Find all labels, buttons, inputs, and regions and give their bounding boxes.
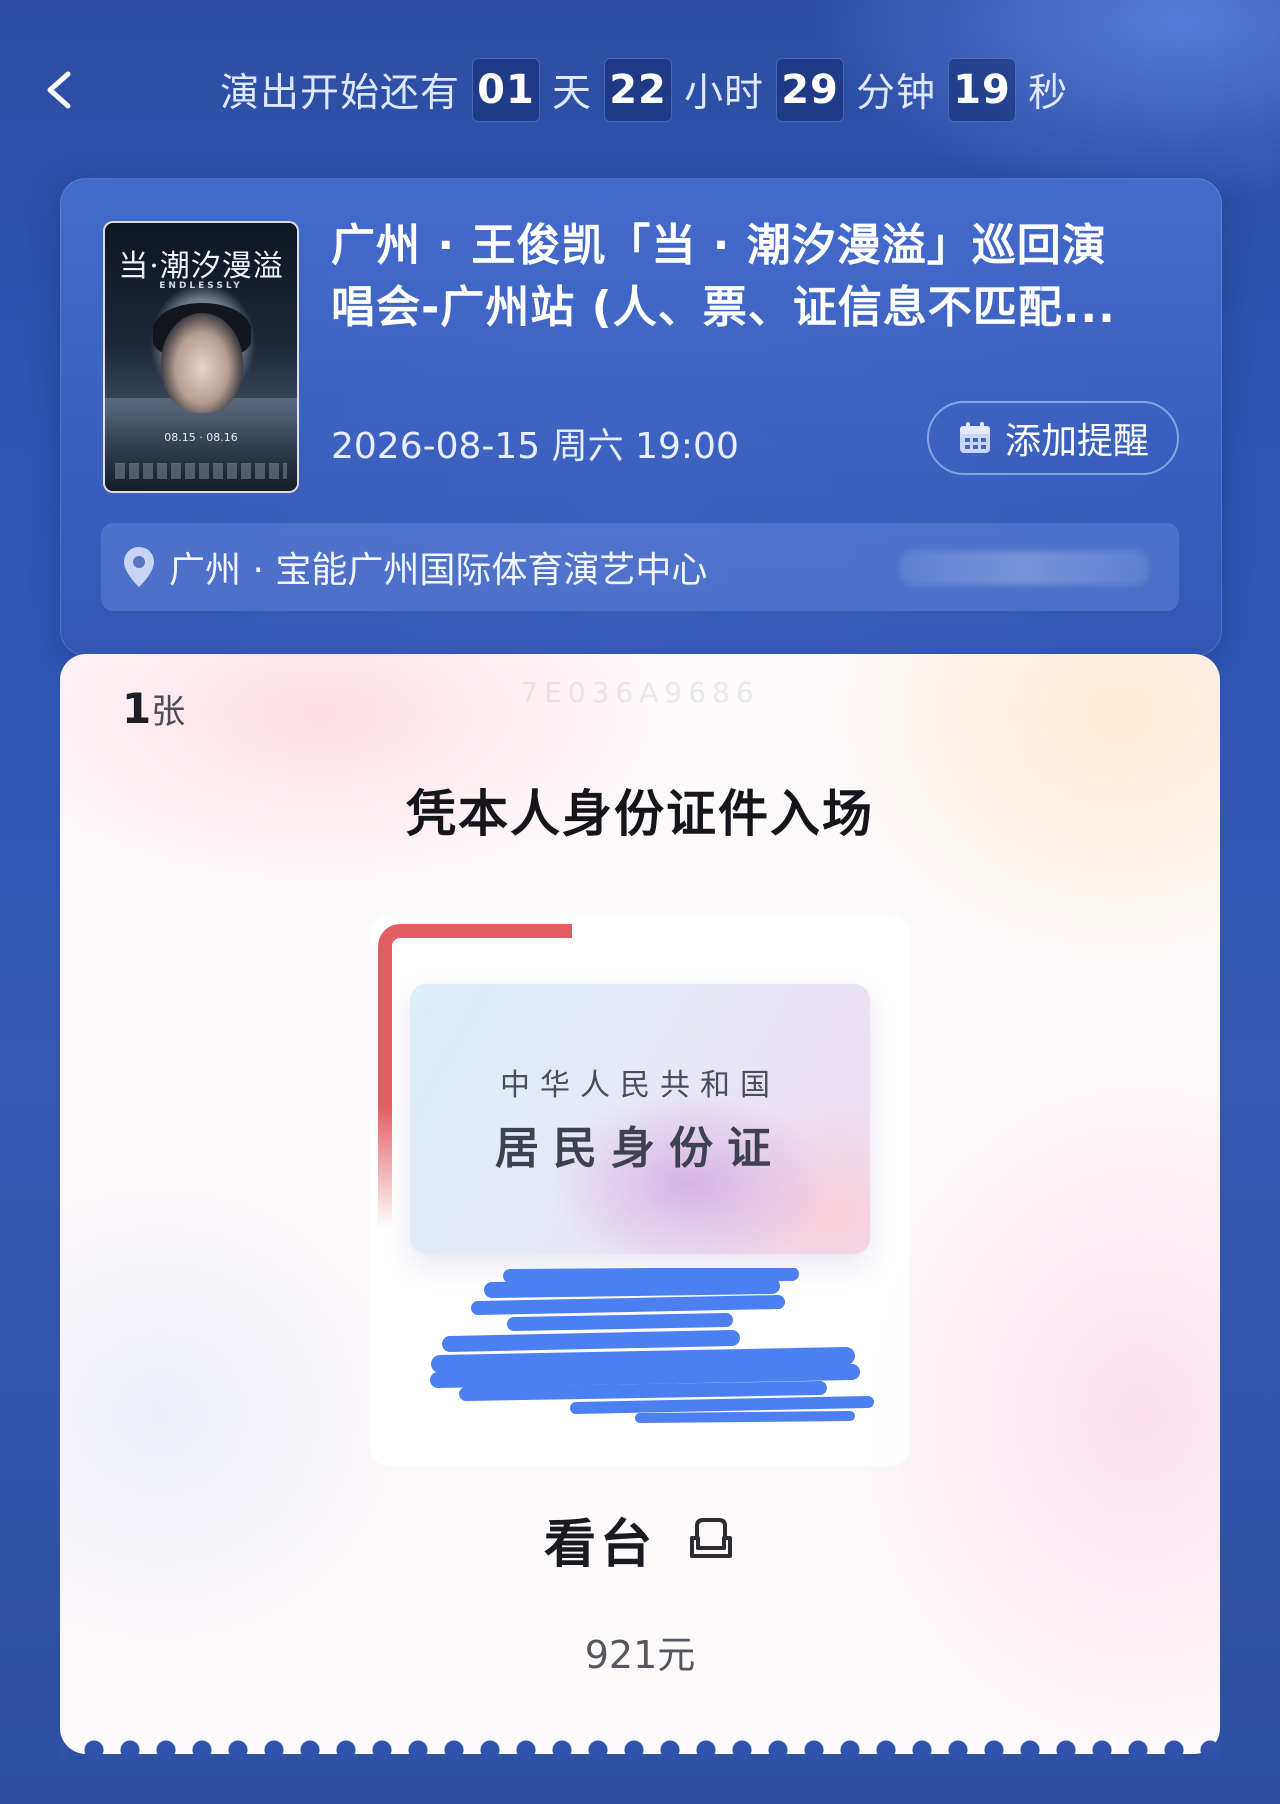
ticket-perforation	[60, 1740, 1220, 1770]
countdown-hours-unit: 小时	[684, 71, 765, 116]
back-button[interactable]	[36, 62, 86, 118]
countdown-days-unit: 天	[552, 71, 593, 116]
event-title-line-2: 唱会-广州站 (人、票、证信息不匹配...	[331, 282, 1116, 333]
ticket-count-number: 1	[122, 684, 152, 733]
redaction-scribble	[430, 1268, 874, 1423]
countdown-seconds: 19	[948, 58, 1017, 122]
countdown: 演出开始还有 01 天 22 小时 29 分钟 19 秒	[220, 58, 1080, 122]
ticket-card: 7E036A9686 1张 凭本人身份证件入场 中华人民共和国 居民身份证 看台	[60, 654, 1220, 1754]
countdown-days: 01	[472, 58, 541, 122]
seat-row: 看台	[60, 1504, 1220, 1575]
event-datetime: 2026-08-15 周六 19:00	[331, 426, 739, 467]
ticket-count-unit: 张	[151, 692, 186, 732]
poster-sponsor-strip	[115, 463, 287, 479]
ticket-code-watermark: 7E036A9686	[520, 676, 760, 709]
event-card[interactable]: 当·潮汐漫溢 ENDLESSLY 08.15 · 08.16 广州 · 王俊凯「…	[60, 178, 1222, 656]
seat-icon	[690, 1518, 732, 1558]
event-poster[interactable]: 当·潮汐漫溢 ENDLESSLY 08.15 · 08.16	[103, 221, 299, 493]
chevron-left-icon	[47, 71, 71, 109]
id-card-country: 中华人民共和国	[500, 1068, 780, 1103]
ticket-price: 921元	[584, 1633, 696, 1677]
countdown-hours: 22	[604, 58, 673, 122]
countdown-label: 演出开始还有	[220, 71, 461, 116]
poster-title: 当·潮汐漫溢	[118, 249, 284, 284]
id-card-graphic: 中华人民共和国 居民身份证	[410, 984, 870, 1254]
calendar-icon	[959, 422, 990, 453]
blurred-distance	[899, 551, 1149, 585]
poster-date: 08.15 · 08.16	[164, 431, 238, 444]
header: 演出开始还有 01 天 22 小时 29 分钟 19 秒	[0, 44, 1280, 136]
event-title-line-1: 广州 · 王俊凯「当 · 潮汐漫溢」巡回演	[331, 220, 1107, 271]
seat-area: 看台	[543, 1514, 656, 1575]
countdown-minutes: 29	[776, 58, 845, 122]
countdown-seconds-unit: 秒	[1028, 71, 1069, 116]
venue-name: 广州 · 宝能广州国际体育演艺中心	[169, 550, 708, 591]
id-card-type: 居民身份证	[495, 1123, 785, 1174]
venue-bar[interactable]: 广州 · 宝能广州国际体育演艺中心	[101, 523, 1179, 611]
add-reminder-button[interactable]: 添加提醒	[927, 401, 1179, 475]
poster-subtitle: ENDLESSLY	[159, 281, 243, 291]
poster-portrait	[161, 313, 243, 413]
add-reminder-label: 添加提醒	[1004, 421, 1149, 462]
countdown-minutes-unit: 分钟	[856, 71, 937, 116]
location-pin-icon	[124, 547, 154, 587]
ticket-count: 1张	[122, 684, 185, 733]
event-title[interactable]: 广州 · 王俊凯「当 · 潮汐漫溢」巡回演 唱会-广州站 (人、票、证信息不匹配…	[331, 215, 1181, 339]
entry-method-label: 凭本人身份证件入场	[406, 785, 874, 843]
